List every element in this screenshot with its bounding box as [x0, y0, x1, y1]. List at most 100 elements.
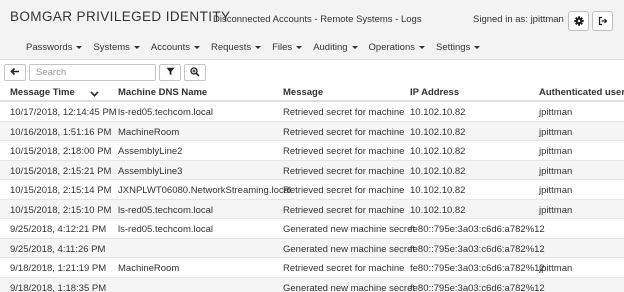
back-button[interactable] [4, 64, 26, 81]
cell-machine-dns-name: AssemblyLine2 [118, 146, 183, 157]
cell-message: Generated new machine secret [283, 282, 416, 292]
cell-message: Retrieved secret for machine [283, 146, 405, 157]
nav-label: Operations [368, 41, 416, 53]
table-row[interactable]: 10/16/2018, 1:51:16 PM MachineRoom Retri… [0, 121, 624, 141]
logout-button[interactable] [592, 11, 613, 31]
sign-out-icon [598, 16, 608, 26]
cell-message: Generated new machine secret [283, 243, 416, 255]
nav-label: Systems [93, 41, 130, 53]
cell-machine-dns-name: MachineRoom [118, 126, 180, 138]
cell-message-time: 9/25/2018, 4:11:26 PM [10, 243, 106, 255]
nav-label: Passwords [26, 41, 73, 53]
cell-authenticated-user: jpittman [539, 263, 573, 274]
cell-ip-address: 10.102.10.82 [410, 165, 466, 177]
cell-message-time: 10/15/2018, 2:15:10 PM [10, 204, 112, 216]
caret-down-icon [296, 45, 303, 49]
table-row[interactable]: 10/15/2018, 2:18:00 PM AssemblyLine2 Ret… [0, 141, 624, 161]
cell-ip-address: 10.102.10.82 [410, 185, 466, 196]
cell-message: Generated new machine secret [283, 224, 416, 235]
cell-machine-dns-name: ls-red05.techcom.local [118, 224, 214, 235]
toolbar [0, 60, 624, 84]
cell-ip-address: 10.102.10.82 [410, 107, 466, 118]
table-row[interactable]: 9/25/2018, 4:12:21 PM ls-red05.techcom.l… [0, 219, 624, 239]
arrow-left-icon [10, 67, 20, 78]
cell-machine-dns-name: MachineRoom [118, 263, 180, 274]
nav-label: Auditing [313, 41, 348, 53]
cell-message: Retrieved secret for machine [283, 185, 405, 196]
logs-table: Message Time Machine DNS Name Message IP… [0, 84, 624, 292]
table-row[interactable]: 9/18/2018, 1:18:35 PM Generated new mach… [0, 277, 624, 292]
nav-accounts[interactable]: Accounts [151, 42, 200, 53]
caret-down-icon [76, 45, 83, 49]
cell-machine-dns-name: JXNPLWT06080.NetworkStreaming.local [118, 185, 292, 196]
cell-message-time: 9/25/2018, 4:12:21 PM [10, 224, 107, 235]
cell-ip-address: fe80::795e:3a03:c6d6:a782%12 [410, 243, 545, 255]
column-header-authenticated-user[interactable]: Authenticated user [539, 87, 624, 98]
cell-machine-dns-name: ls-red05.techcom.local [118, 204, 214, 216]
cell-ip-address: 10.102.10.82 [410, 126, 466, 138]
filter-button[interactable] [159, 64, 181, 81]
column-header-message[interactable]: Message [283, 87, 323, 98]
table-row[interactable]: 10/17/2018, 12:14:45 PM ls-red05.techcom… [0, 102, 624, 122]
column-header-machine-dns-name[interactable]: Machine DNS Name [118, 87, 207, 98]
gear-icon [573, 16, 584, 26]
zoom-in-icon [190, 66, 200, 79]
chevron-down-icon[interactable] [90, 89, 99, 99]
cell-ip-address: fe80::795e:3a03:c6d6:a782%12 [410, 224, 545, 235]
cell-message-time: 9/18/2018, 1:21:19 PM [10, 263, 107, 274]
cell-message-time: 10/15/2018, 2:15:21 PM [10, 165, 112, 177]
nav-systems[interactable]: Systems [93, 41, 140, 53]
table-row[interactable]: 10/15/2018, 2:15:21 PM AssemblyLine3 Ret… [0, 160, 624, 180]
cell-machine-dns-name: ls-red05.techcom.local [118, 107, 214, 118]
nav-label: Settings [436, 41, 471, 53]
cell-ip-address: fe80::795e:3a03:c6d6:a782%12 [410, 263, 545, 274]
filter-icon [166, 67, 175, 78]
cell-ip-address: fe80::795e:3a03:c6d6:a782%12 [410, 282, 545, 292]
nav-settings[interactable]: Settings [436, 41, 481, 53]
caret-down-icon [419, 45, 426, 49]
table-row[interactable]: 9/18/2018, 1:21:19 PM MachineRoom Retrie… [0, 258, 624, 278]
cell-ip-address: 10.102.10.82 [410, 146, 466, 157]
app-title: BOMGAR PRIVILEGED IDENTITY [10, 9, 231, 24]
zoom-button[interactable] [184, 64, 206, 81]
caret-down-icon [351, 45, 358, 49]
caret-down-icon [255, 45, 262, 49]
caret-down-icon [133, 45, 140, 49]
table-row[interactable]: 10/15/2018, 2:15:10 PM ls-red05.techcom.… [0, 199, 624, 219]
nav-requests[interactable]: Requests [210, 41, 262, 53]
nav-label: Accounts [150, 41, 190, 53]
cell-message-time: 10/16/2018, 1:51:16 PM [10, 126, 112, 138]
cell-message: Retrieved secret for machine [283, 165, 405, 177]
caret-down-icon [193, 45, 200, 49]
table-row[interactable]: 10/15/2018, 2:15:14 PM JXNPLWT06080.Netw… [0, 180, 624, 200]
settings-button[interactable] [568, 11, 589, 31]
cell-authenticated-user: jpittman [539, 107, 573, 118]
signed-in-user: Signed in as: jpittman [473, 14, 564, 25]
cell-message-time: 10/15/2018, 2:15:14 PM [10, 185, 112, 196]
cell-message: Retrieved secret for machine [283, 107, 405, 118]
nav-passwords[interactable]: Passwords [26, 41, 83, 53]
breadcrumb: Disconnected Accounts - Remote Systems -… [213, 14, 422, 25]
nav-files[interactable]: Files [272, 41, 303, 53]
search-input[interactable] [29, 64, 156, 81]
cell-authenticated-user: jpittman [539, 146, 573, 157]
cell-message: Retrieved secret for machine [283, 126, 405, 138]
nav-label: Files [272, 41, 293, 53]
nav-auditing[interactable]: Auditing [313, 41, 358, 53]
app-header: BOMGAR PRIVILEGED IDENTITY Disconnected … [0, 0, 624, 60]
cell-message: Retrieved secret for machine [283, 263, 405, 274]
cell-machine-dns-name: AssemblyLine3 [118, 165, 183, 177]
cell-authenticated-user: jpittman [539, 204, 573, 216]
nav-label: Requests [210, 41, 252, 53]
cell-message: Retrieved secret for machine [283, 204, 405, 216]
cell-ip-address: 10.102.10.82 [410, 204, 466, 216]
cell-message-time: 10/17/2018, 12:14:45 PM [10, 107, 117, 118]
column-header-message-time[interactable]: Message Time [10, 87, 75, 98]
column-header-ip-address[interactable]: IP Address [410, 87, 459, 98]
caret-down-icon [474, 45, 481, 49]
table-row[interactable]: 9/25/2018, 4:11:26 PM Generated new mach… [0, 238, 624, 258]
cell-authenticated-user: jpittman [539, 165, 573, 177]
cell-message-time: 9/18/2018, 1:18:35 PM [10, 282, 107, 292]
cell-authenticated-user: jpittman [539, 185, 573, 196]
nav-operations[interactable]: Operations [368, 41, 426, 53]
